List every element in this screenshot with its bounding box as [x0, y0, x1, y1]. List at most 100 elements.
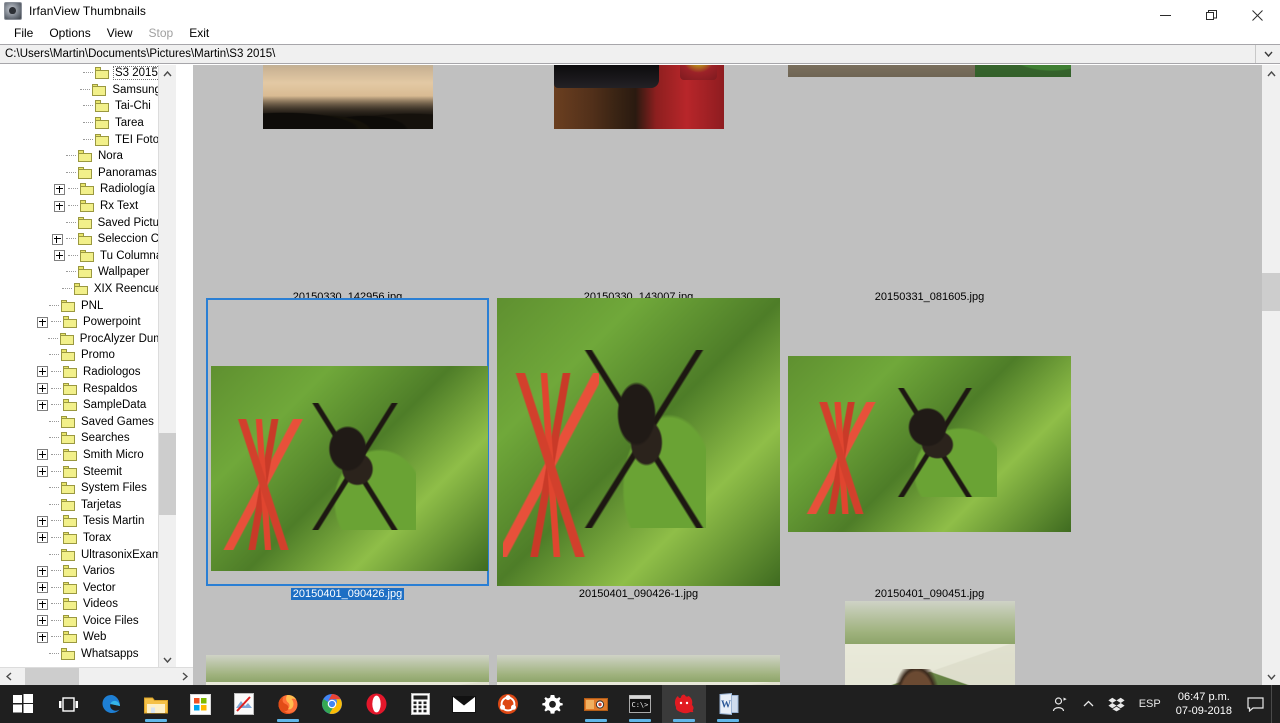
tree-item-varios[interactable]: Varios: [0, 563, 176, 580]
pane-splitter[interactable]: [193, 65, 200, 685]
tree-item-radiologos[interactable]: Radiologos: [0, 364, 176, 381]
tree-item-s3-2015[interactable]: S3 2015: [0, 65, 176, 82]
tree-item-searches[interactable]: Searches: [0, 430, 176, 447]
photo-editor-button[interactable]: [222, 685, 266, 723]
tree-hscroll-thumb[interactable]: [25, 668, 79, 685]
folder-tree-list[interactable]: S3 2015 Samsung W Tai-Chi Tarea TEI Fotos Nor…: [0, 65, 176, 665]
tree-item-whatsapps[interactable]: Whatsapps: [0, 646, 176, 663]
tree-item-saved-pictures[interactable]: Saved Pictures: [0, 214, 176, 231]
people-icon[interactable]: [1045, 685, 1076, 723]
tree-item-sampledata[interactable]: SampleData: [0, 397, 176, 414]
tree-item-rx-text[interactable]: Rx Text: [0, 198, 176, 215]
title-bar[interactable]: IrfanView Thumbnails: [0, 0, 1280, 22]
tree-item-seleccion-curs[interactable]: Seleccion Curs: [0, 231, 176, 248]
thumbnail-image[interactable]: [206, 655, 489, 685]
chevron-up-icon[interactable]: [159, 65, 176, 82]
tree-item-panoramas[interactable]: Panoramas: [0, 165, 176, 182]
menu-item-options[interactable]: Options: [41, 24, 98, 42]
address-bar[interactable]: C:\Users\Martin\Documents\Pictures\Marti…: [0, 44, 1280, 64]
chevron-down-icon[interactable]: [159, 651, 176, 668]
thumbnail-cell[interactable]: 20150330_142956.jpg: [206, 65, 489, 303]
thumbnail-cell[interactable]: 20150401_090426.jpg: [206, 298, 489, 600]
expand-plus-icon[interactable]: [37, 532, 48, 544]
chevron-down-icon[interactable]: [1255, 45, 1280, 63]
thumbnail-image[interactable]: [211, 366, 488, 571]
thumbnail-image[interactable]: [845, 601, 1015, 685]
tree-item-torax[interactable]: Torax: [0, 530, 176, 547]
tree-item-tu-columna[interactable]: Tu Columna: [0, 248, 176, 265]
calculator-button[interactable]: [398, 685, 442, 723]
word-button[interactable]: W: [706, 685, 750, 723]
tree-item-xix-reencuentr[interactable]: XIX Reencuentr: [0, 281, 176, 298]
tree-item-tei-fotos[interactable]: TEI Fotos: [0, 131, 176, 148]
expand-plus-icon[interactable]: [54, 250, 65, 262]
thumbnail-cell[interactable]: [497, 595, 780, 685]
expand-plus-icon[interactable]: [37, 383, 48, 395]
tree-item-web[interactable]: Web: [0, 629, 176, 646]
dropbox-icon[interactable]: [1101, 685, 1132, 723]
command-prompt-button[interactable]: C:\>: [618, 685, 662, 723]
thumbnail-cell[interactable]: [206, 595, 489, 685]
tree-item-smith-micro[interactable]: Smith Micro: [0, 447, 176, 464]
expand-plus-icon[interactable]: [37, 615, 48, 627]
chevron-up-icon[interactable]: [1076, 685, 1101, 723]
thumbnail-cell[interactable]: 20150331_081605.jpg: [788, 65, 1071, 303]
tree-item-powerpoint[interactable]: Powerpoint: [0, 314, 176, 331]
tree-item-procalyzer-dumps[interactable]: ProcAlyzer Dumps: [0, 331, 176, 348]
file-explorer-button[interactable]: [134, 685, 178, 723]
thumbnail-image[interactable]: [788, 356, 1071, 532]
expand-plus-icon[interactable]: [37, 466, 48, 478]
chrome-button[interactable]: [310, 685, 354, 723]
tree-item-tai-chi[interactable]: Tai-Chi: [0, 98, 176, 115]
opera-button[interactable]: [354, 685, 398, 723]
tree-vertical-scrollbar[interactable]: [158, 65, 176, 668]
thumbnail-cell[interactable]: [788, 595, 1071, 685]
language-indicator[interactable]: ESP: [1132, 685, 1168, 723]
settings-button[interactable]: [530, 685, 574, 723]
expand-plus-icon[interactable]: [54, 183, 65, 195]
show-desktop-button[interactable]: [1271, 685, 1280, 723]
tree-item-tarjetas[interactable]: Tarjetas: [0, 496, 176, 513]
ubuntu-button[interactable]: [486, 685, 530, 723]
store-button[interactable]: [178, 685, 222, 723]
chevron-up-icon[interactable]: [1262, 65, 1280, 82]
tree-item-vector[interactable]: Vector: [0, 579, 176, 596]
tree-item-steemit[interactable]: Steemit: [0, 463, 176, 480]
tree-item-nora[interactable]: Nora: [0, 148, 176, 165]
thumbnail-scroll-thumb[interactable]: [1262, 273, 1280, 311]
tree-item-videos[interactable]: Videos: [0, 596, 176, 613]
expand-plus-icon[interactable]: [37, 316, 48, 328]
clock[interactable]: 06:47 p.m. 07-09-2018: [1168, 690, 1240, 718]
tree-horizontal-scrollbar[interactable]: [0, 667, 193, 685]
edge-button[interactable]: [90, 685, 134, 723]
expand-plus-icon[interactable]: [37, 582, 48, 594]
tree-item-voice-files[interactable]: Voice Files: [0, 613, 176, 630]
expand-plus-icon[interactable]: [37, 399, 48, 411]
current-path[interactable]: C:\Users\Martin\Documents\Pictures\Marti…: [0, 48, 1255, 60]
tree-item-pnl[interactable]: PNL: [0, 297, 176, 314]
irfanview-button[interactable]: [662, 685, 706, 723]
expand-plus-icon[interactable]: [37, 449, 48, 461]
tree-item-ultrasonixexam[interactable]: UltrasonixExam: [0, 546, 176, 563]
speech-bubble-icon[interactable]: [1240, 685, 1271, 723]
tree-scroll-thumb[interactable]: [159, 433, 176, 515]
screen-capture-button[interactable]: [574, 685, 618, 723]
menu-item-exit[interactable]: Exit: [181, 24, 217, 42]
thumbnail-image[interactable]: [554, 65, 724, 129]
tree-item-promo[interactable]: Promo: [0, 347, 176, 364]
expand-plus-icon[interactable]: [51, 233, 63, 245]
expand-plus-icon[interactable]: [54, 200, 65, 212]
chevron-down-icon[interactable]: [1262, 668, 1280, 685]
tree-item-samsung-w[interactable]: Samsung W: [0, 82, 176, 99]
menu-item-view[interactable]: View: [99, 24, 141, 42]
thumbnail-image[interactable]: [263, 65, 433, 129]
folder-tree-pane[interactable]: S3 2015 Samsung W Tai-Chi Tarea TEI Fotos Nor…: [0, 65, 193, 685]
expand-plus-icon[interactable]: [37, 366, 48, 378]
menu-item-file[interactable]: File: [6, 24, 41, 42]
thumbnail-grid[interactable]: 20150330_142956.jpg 20150330_143007.jpg 20…: [200, 65, 1262, 685]
chevron-left-icon[interactable]: [0, 668, 17, 685]
tree-item-tarea[interactable]: Tarea: [0, 115, 176, 132]
tree-item-system-files[interactable]: System Files: [0, 480, 176, 497]
thumbnail-cell[interactable]: 20150401_090426-1.jpg: [497, 298, 780, 600]
tree-item-tesis-martin[interactable]: Tesis Martin: [0, 513, 176, 530]
